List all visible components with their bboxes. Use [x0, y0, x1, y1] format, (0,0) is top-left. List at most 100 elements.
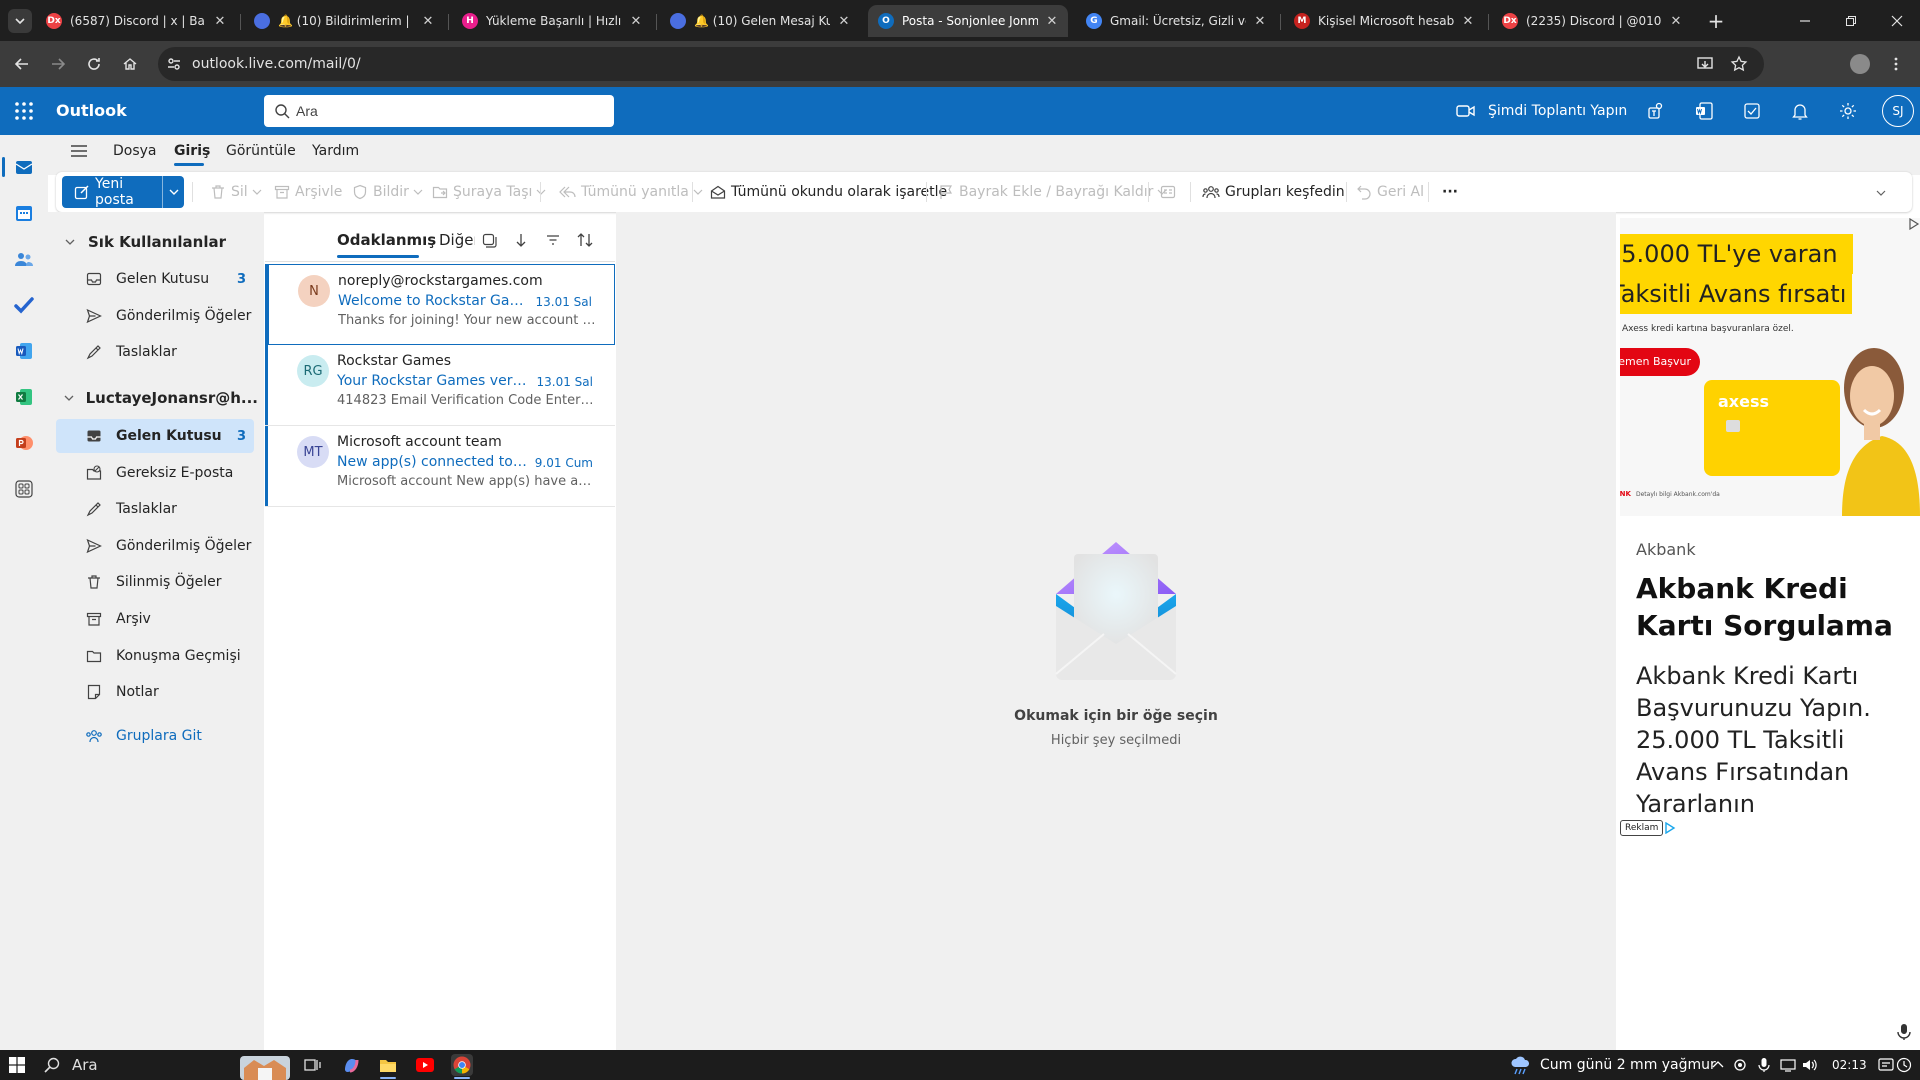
- address-bar[interactable]: outlook.live.com/mail/0/: [158, 47, 1764, 81]
- discover-groups-button[interactable]: Grupları keşfedin: [1202, 172, 1345, 212]
- url-text[interactable]: outlook.live.com/mail/0/: [192, 47, 361, 81]
- reply-all-button[interactable]: Tümünü yanıtla: [558, 172, 703, 212]
- weather-widget[interactable]: Cum günü 2 mm yağmur: [1510, 1050, 1716, 1080]
- minimize-button[interactable]: [1782, 0, 1828, 41]
- account-folder-item[interactable]: Gönderilmiş Öğeler: [56, 529, 254, 563]
- rail-people[interactable]: [12, 247, 36, 271]
- close-window-button[interactable]: [1874, 0, 1920, 41]
- ad-info-icon[interactable]: [1908, 218, 1920, 230]
- browser-tab[interactable]: M Kişisel Microsoft hesabı g ✕: [1284, 5, 1484, 37]
- favorites-folder-item[interactable]: Taslaklar: [56, 335, 254, 369]
- ad-cta-button[interactable]: Hemen Başvur: [1620, 348, 1700, 376]
- network-tray-icon[interactable]: [1780, 1054, 1796, 1076]
- ad-title[interactable]: Akbank Kredi Kartı Sorgulama: [1636, 570, 1906, 644]
- tab-close-icon[interactable]: ✕: [628, 13, 644, 29]
- tab-close-icon[interactable]: ✕: [836, 13, 852, 29]
- tab-view[interactable]: Görüntüle: [226, 135, 296, 167]
- chevron-down-icon[interactable]: [1876, 188, 1886, 198]
- mic-tray-icon[interactable]: [1756, 1054, 1772, 1076]
- meet-now-button[interactable]: Şimdi Toplantı Yapın: [1456, 87, 1627, 135]
- app-title[interactable]: Outlook: [56, 87, 127, 135]
- chrome-menu-button[interactable]: [1882, 50, 1910, 78]
- filter-button[interactable]: [543, 230, 563, 250]
- show-hidden-icons[interactable]: [1710, 1054, 1726, 1076]
- favorites-folder-item[interactable]: Gönderilmiş Öğeler: [56, 299, 254, 333]
- message-row[interactable]: Nnoreply@rockstargames.com Welcome to Roc…: [265, 264, 615, 345]
- tab-close-icon[interactable]: ✕: [1668, 13, 1684, 29]
- select-mode-button[interactable]: [479, 230, 499, 250]
- rail-calendar[interactable]: [12, 201, 36, 225]
- hamburger-icon[interactable]: [70, 143, 88, 159]
- meet-tray-icon[interactable]: [1732, 1054, 1748, 1076]
- home-button[interactable]: [116, 50, 144, 78]
- star-icon[interactable]: [1730, 55, 1748, 73]
- forward-button[interactable]: [44, 50, 72, 78]
- browser-tab[interactable]: 🔔 (10) Gelen Mesaj Kutu ✕: [660, 5, 860, 37]
- mark-all-read-button[interactable]: Tümünü okundu olarak işaretle: [710, 172, 947, 212]
- volume-tray-icon[interactable]: [1802, 1054, 1818, 1076]
- notification-center-button[interactable]: [1878, 1054, 1894, 1076]
- go-to-groups-link[interactable]: Gruplara Git: [56, 719, 254, 753]
- app-launcher-icon[interactable]: [14, 101, 34, 121]
- report-button[interactable]: Bildir: [352, 172, 423, 212]
- rail-mail[interactable]: [12, 155, 36, 179]
- account-folder-item[interactable]: Taslaklar: [56, 492, 254, 526]
- account-folder-item[interactable]: Gelen Kutusu 3: [56, 419, 254, 453]
- settings-button[interactable]: [1836, 99, 1860, 123]
- install-app-icon[interactable]: [1696, 55, 1714, 73]
- profile-button[interactable]: [1846, 50, 1874, 78]
- rail-excel[interactable]: [12, 385, 36, 409]
- favorites-header[interactable]: Sık Kullanılanlar: [48, 226, 258, 258]
- new-mail-button[interactable]: Yeni posta: [62, 176, 184, 208]
- account-folder-item[interactable]: Arşiv: [56, 602, 254, 636]
- start-button[interactable]: [6, 1054, 28, 1076]
- adchoices-icon[interactable]: [1664, 822, 1676, 834]
- browser-tab[interactable]: Dx (6587) Discord | x | Ba ✕: [36, 5, 236, 37]
- reload-button[interactable]: [80, 50, 108, 78]
- new-mail-dropdown[interactable]: [163, 187, 184, 197]
- message-row[interactable]: MT Microsoft account team New app(s) conne…: [265, 426, 615, 507]
- sort-button[interactable]: [575, 230, 595, 250]
- advertisement[interactable]: 25.000 TL'ye varan Taksitli Avans fırsat…: [1620, 218, 1920, 818]
- search-box[interactable]: [264, 95, 614, 127]
- account-folder-item[interactable]: Silinmiş Öğeler: [56, 565, 254, 599]
- clock[interactable]: 02:13: [1832, 1050, 1867, 1080]
- taskbar-search[interactable]: Ara: [44, 1050, 98, 1080]
- tab-close-icon[interactable]: ✕: [1460, 13, 1476, 29]
- tab-other[interactable]: Diğer: [439, 218, 475, 262]
- account-avatar[interactable]: SJ: [1882, 95, 1914, 127]
- rail-todo[interactable]: [12, 293, 36, 317]
- tab-close-icon[interactable]: ✕: [1252, 13, 1268, 29]
- browser-tab[interactable]: Dx (2235) Discord | @01010 ✕: [1492, 5, 1692, 37]
- new-mail-main[interactable]: Yeni posta: [62, 176, 162, 208]
- task-view-button[interactable]: [302, 1054, 324, 1076]
- tab-search-dropdown[interactable]: [8, 9, 32, 33]
- browser-tab[interactable]: H Yükleme Başarılı | HızlıRes ✕: [452, 5, 652, 37]
- youtube-button[interactable]: [414, 1054, 436, 1076]
- tab-close-icon[interactable]: ✕: [420, 13, 436, 29]
- archive-button[interactable]: Arşivle: [274, 172, 342, 212]
- new-tab-button[interactable]: +: [1704, 9, 1728, 33]
- account-folder-item[interactable]: Gereksiz E-posta: [56, 456, 254, 490]
- tab-close-icon[interactable]: ✕: [1044, 13, 1060, 29]
- more-options-button[interactable]: ···: [1442, 172, 1458, 212]
- back-button[interactable]: [8, 50, 36, 78]
- search-input[interactable]: [296, 95, 596, 127]
- flag-button[interactable]: Bayrak Ekle / Bayrağı Kaldır: [938, 172, 1167, 212]
- tab-close-icon[interactable]: ✕: [212, 13, 228, 29]
- rail-more-apps[interactable]: [12, 477, 36, 501]
- my-day-button[interactable]: [1740, 99, 1764, 123]
- file-explorer-button[interactable]: [377, 1054, 399, 1076]
- ad-label-badge[interactable]: Reklam: [1620, 820, 1664, 836]
- view-settings-button[interactable]: [1160, 172, 1176, 212]
- browser-tab[interactable]: O Posta - Sonjonlee Jonmic ✕: [868, 5, 1068, 37]
- account-folder-item[interactable]: Notlar: [56, 675, 254, 709]
- undo-button[interactable]: Geri Al: [1356, 172, 1424, 212]
- restore-button[interactable]: [1828, 0, 1874, 41]
- rail-word[interactable]: [12, 339, 36, 363]
- browser-tab[interactable]: 🔔 (10) Bildirimlerim | İter ✕: [244, 5, 444, 37]
- browser-tab[interactable]: G Gmail: Ücretsiz, Gizli ve G ✕: [1076, 5, 1276, 37]
- message-row[interactable]: RG Rockstar Games Your Rockstar Games veri…: [265, 345, 615, 426]
- word-button[interactable]: [1692, 99, 1716, 123]
- rail-powerpoint[interactable]: [12, 431, 36, 455]
